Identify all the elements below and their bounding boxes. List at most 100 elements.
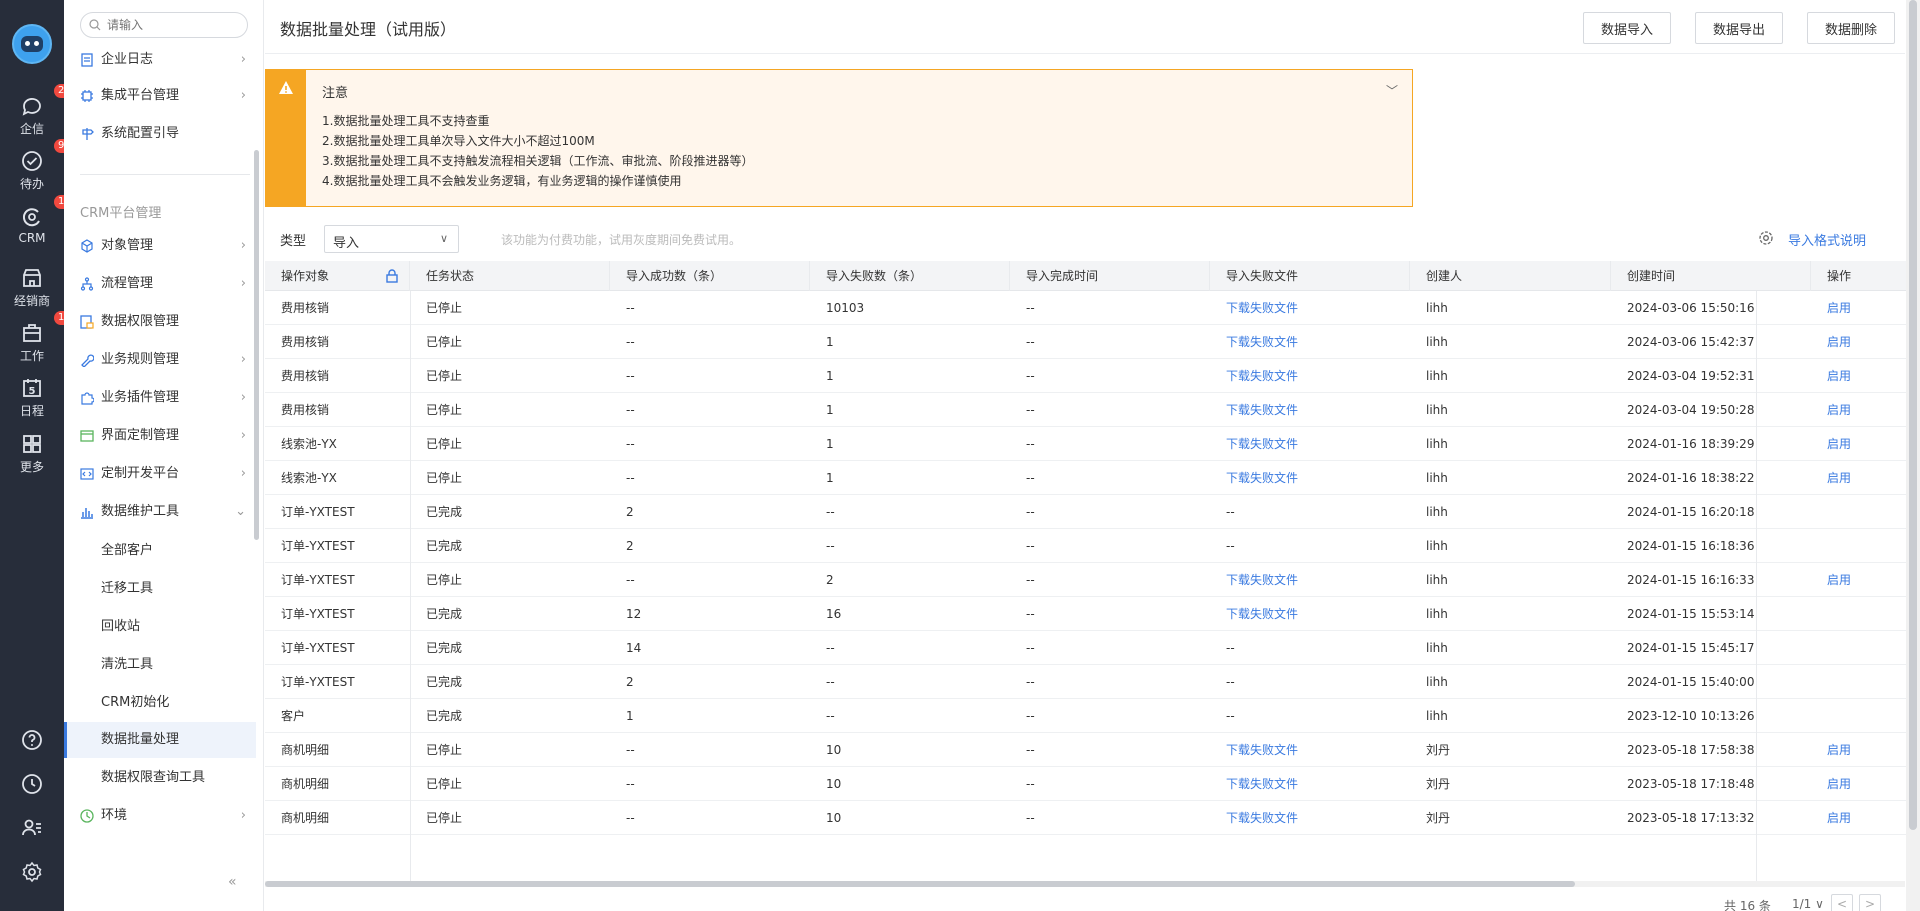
fail-file-link[interactable]: 下载失败文件 [1210,597,1410,631]
chevron-right-icon: › [240,238,246,253]
column-header[interactable]: 导入失败文件 [1210,261,1410,291]
sidebar-subitem[interactable]: 清洗工具 [64,647,256,683]
horizontal-scrollbar[interactable] [265,881,1575,887]
rail-item-5[interactable]: 5 日程 [0,376,64,419]
table-row: 费用核销 已停止 -- 1 -- 下载失败文件 lihh 2024-03-04 19:52:3… [265,359,1920,393]
page-indicator[interactable]: 1/1 ∨ [1792,897,1824,911]
created-time-cell: 2023-12-10 10:13:26 [1627,709,1755,723]
object-cell: 订单-YXTEST [281,607,355,621]
rail-item-2[interactable]: 14 CRM [0,195,75,245]
creator-cell: lihh [1426,641,1448,655]
sidebar-subitem[interactable]: 数据权限查询工具 [64,760,256,796]
sidebar-item-label: 业务规则管理 [101,352,180,367]
sidebar-subitem[interactable]: CRM初始化 [64,685,256,721]
column-header[interactable]: 导入成功数（条） [610,261,810,291]
export-button[interactable]: 数据导出 [1695,12,1783,44]
sidebar-item[interactable]: 业务插件管理 › [64,381,263,415]
column-header[interactable]: 导入失败数（条） [810,261,1010,291]
next-page-button[interactable]: > [1859,894,1881,911]
column-header[interactable]: 任务状态 [410,261,610,291]
help-icon[interactable] [20,728,44,752]
import-button[interactable]: 数据导入 [1583,12,1671,44]
sidebar-item[interactable]: 企业日志 › [64,43,263,77]
sidebar-item[interactable]: 环境 › [64,799,263,833]
rail-item-0[interactable]: 27 企信 [0,84,75,137]
finish-time-cell: -- [1026,369,1035,383]
column-header[interactable]: 创建人 [1410,261,1611,291]
enable-link[interactable]: 启用 [1811,427,1920,461]
sidebar-search[interactable] [80,12,248,38]
sidebar-item[interactable]: 对象管理 › [64,229,263,263]
fail-file-link[interactable]: 下载失败文件 [1210,733,1410,767]
sidebar-subitem[interactable]: 全部客户 [64,533,256,569]
fail-file-link[interactable]: 下载失败文件 [1210,767,1410,801]
fail-file-link[interactable]: 下载失败文件 [1210,291,1410,325]
sidebar-subitem[interactable]: 迁移工具 [64,571,256,607]
rail-item-4[interactable]: 12 工作 [0,311,75,364]
rail-item-1[interactable]: 99+ 待办 [0,139,84,192]
creator-cell: 刘丹 [1426,811,1451,825]
sidebar-item[interactable]: 流程管理 › [64,267,263,301]
enable-link[interactable]: 启用 [1811,393,1920,427]
gear-icon[interactable] [1758,230,1774,246]
enable-link[interactable]: 启用 [1811,563,1920,597]
sidebar-subitem[interactable]: 回收站 [64,609,256,645]
created-time-cell: 2024-01-15 16:20:18 [1627,505,1755,519]
collapse-notice-icon[interactable]: ﹀ [1386,82,1398,99]
sidebar-item[interactable]: 界面定制管理 › [64,419,263,453]
fail-file-link[interactable]: 下载失败文件 [1210,563,1410,597]
sidebar-scrollbar[interactable] [254,150,259,540]
rail-item-6[interactable]: 更多 [0,432,64,475]
vertical-scroll-thumb[interactable] [1909,0,1917,830]
enable-link[interactable]: 启用 [1811,733,1920,767]
fail-count-cell: 1 [826,437,834,451]
creator-cell: 刘丹 [1426,777,1451,791]
sidebar-item[interactable]: 定制开发平台 › [64,457,263,491]
rail-item-3[interactable]: 经销商 [0,266,64,309]
success-count-cell: -- [626,301,635,315]
fail-file-link[interactable]: 下载失败文件 [1210,393,1410,427]
enable-link[interactable]: 启用 [1811,359,1920,393]
collapse-sidebar-icon[interactable]: « [228,874,237,890]
fail-file-link[interactable]: 下载失败文件 [1210,461,1410,495]
sidebar-search-input[interactable] [107,16,237,34]
table-row: 订单-YXTEST 已停止 -- 2 -- 下载失败文件 lihh 2024-01-15 16… [265,563,1920,597]
sidebar-item[interactable]: 集成平台管理 › [64,79,263,113]
sidebar-item[interactable]: 业务规则管理 › [64,343,263,377]
sidebar-item[interactable]: 数据权限管理 [64,305,263,339]
sidebar-item[interactable]: 系统配置引导 [64,117,263,151]
type-select[interactable]: 导入 ∨ [324,225,459,253]
vertical-scrollbar[interactable] [1906,0,1920,911]
column-header[interactable]: 创建时间 [1611,261,1811,291]
settings-icon[interactable] [20,860,44,884]
success-count-cell: -- [626,471,635,485]
clock-icon[interactable] [20,772,44,796]
delete-button[interactable]: 数据删除 [1807,12,1895,44]
avatar[interactable] [12,24,52,64]
fail-file-link[interactable]: 下载失败文件 [1210,325,1410,359]
enable-link[interactable]: 启用 [1811,461,1920,495]
sidebar-item[interactable]: 数据维护工具 ⌄ [64,495,263,529]
enable-link[interactable]: 启用 [1811,325,1920,359]
chevron-right-icon: › [240,428,246,443]
lock-icon[interactable] [385,269,399,283]
column-header[interactable]: 导入完成时间 [1010,261,1210,291]
fail-count-cell: 10 [826,743,842,757]
chevron-down-icon: ⌄ [235,504,246,519]
import-format-link[interactable]: 导入格式说明 [1788,230,1866,249]
notice-line: 4.数据批量处理工具不会触发业务逻辑，有业务逻辑的操作谨慎使用 [322,174,682,188]
enable-link[interactable]: 启用 [1811,767,1920,801]
user-list-icon[interactable] [20,816,44,840]
fail-file-link[interactable]: 下载失败文件 [1210,427,1410,461]
column-header[interactable]: 操作 [1811,261,1920,291]
fail-file-link[interactable]: 下载失败文件 [1210,359,1410,393]
fail-file-link[interactable]: 下载失败文件 [1210,801,1410,835]
enable-link[interactable]: 启用 [1811,291,1920,325]
sidebar-subitem[interactable]: 数据批量处理 [64,722,256,758]
prev-page-button[interactable]: < [1831,894,1853,911]
fail-count-cell: -- [826,675,835,689]
sidebar-item-label: 环境 [101,808,128,823]
table-header: 操作对象 任务状态 导入成功数（条） 导入失败数（条） 导入完成时间 导入失败文件 创建人创… [265,261,1920,291]
enable-link[interactable]: 启用 [1811,801,1920,835]
chevron-right-icon: › [240,808,246,823]
